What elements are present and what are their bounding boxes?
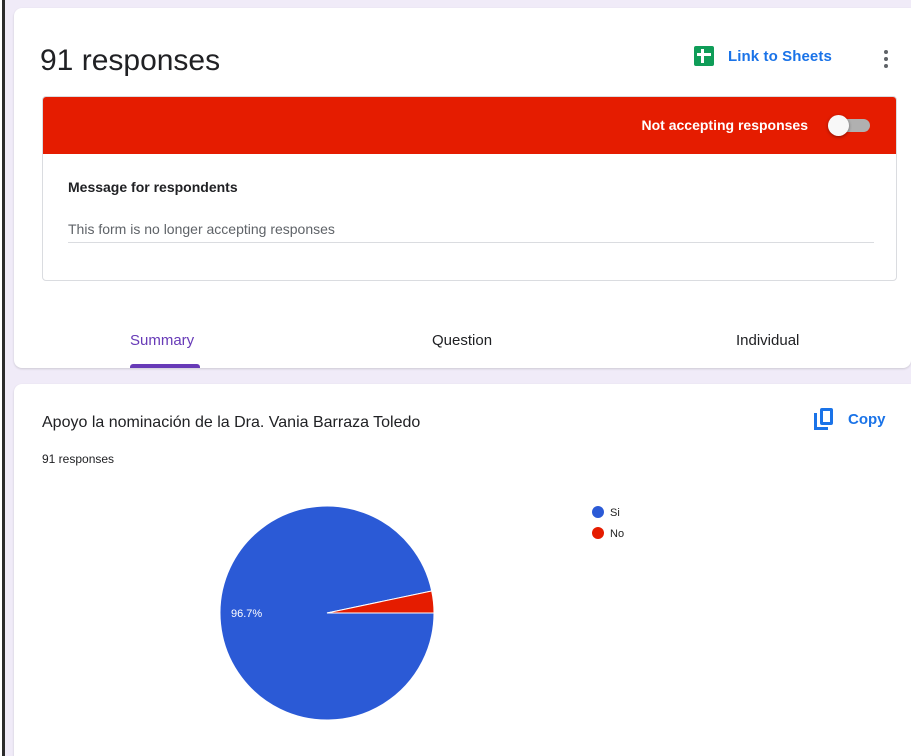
tab-summary[interactable]: Summary: [130, 332, 194, 349]
responses-header-card: 91 responses Link to Sheets Not acceptin…: [14, 8, 911, 368]
not-accepting-label: Not accepting responses: [641, 117, 809, 133]
status-banner: Not accepting responses: [43, 97, 896, 154]
active-tab-indicator: [130, 364, 200, 368]
question-summary-card: Apoyo la nominación de la Dra. Vania Bar…: [14, 384, 911, 756]
sheets-icon: [694, 46, 714, 66]
accepting-responses-toggle[interactable]: [828, 115, 872, 136]
link-to-sheets-button[interactable]: Link to Sheets: [694, 46, 832, 66]
tab-individual[interactable]: Individual: [736, 332, 799, 349]
pie-chart: 96.7% Si No: [219, 505, 624, 721]
link-to-sheets-label: Link to Sheets: [728, 47, 832, 65]
legend-label-no: No: [610, 528, 624, 540]
page-title: 91 responses: [40, 44, 221, 77]
accepting-responses-panel: Not accepting responses Message for resp…: [42, 96, 897, 281]
legend-label-si: Si: [610, 507, 620, 519]
message-input[interactable]: [68, 215, 874, 243]
pie-data-label: 96.7%: [231, 608, 262, 620]
legend-swatch-no: [592, 527, 604, 539]
tab-question[interactable]: Question: [432, 332, 492, 349]
legend-swatch-si: [592, 506, 604, 518]
more-options-icon[interactable]: [880, 48, 892, 70]
message-label: Message for respondents: [68, 179, 238, 195]
tabs-bar: Summary Question Individual: [14, 320, 911, 368]
window-edge: [0, 0, 5, 756]
